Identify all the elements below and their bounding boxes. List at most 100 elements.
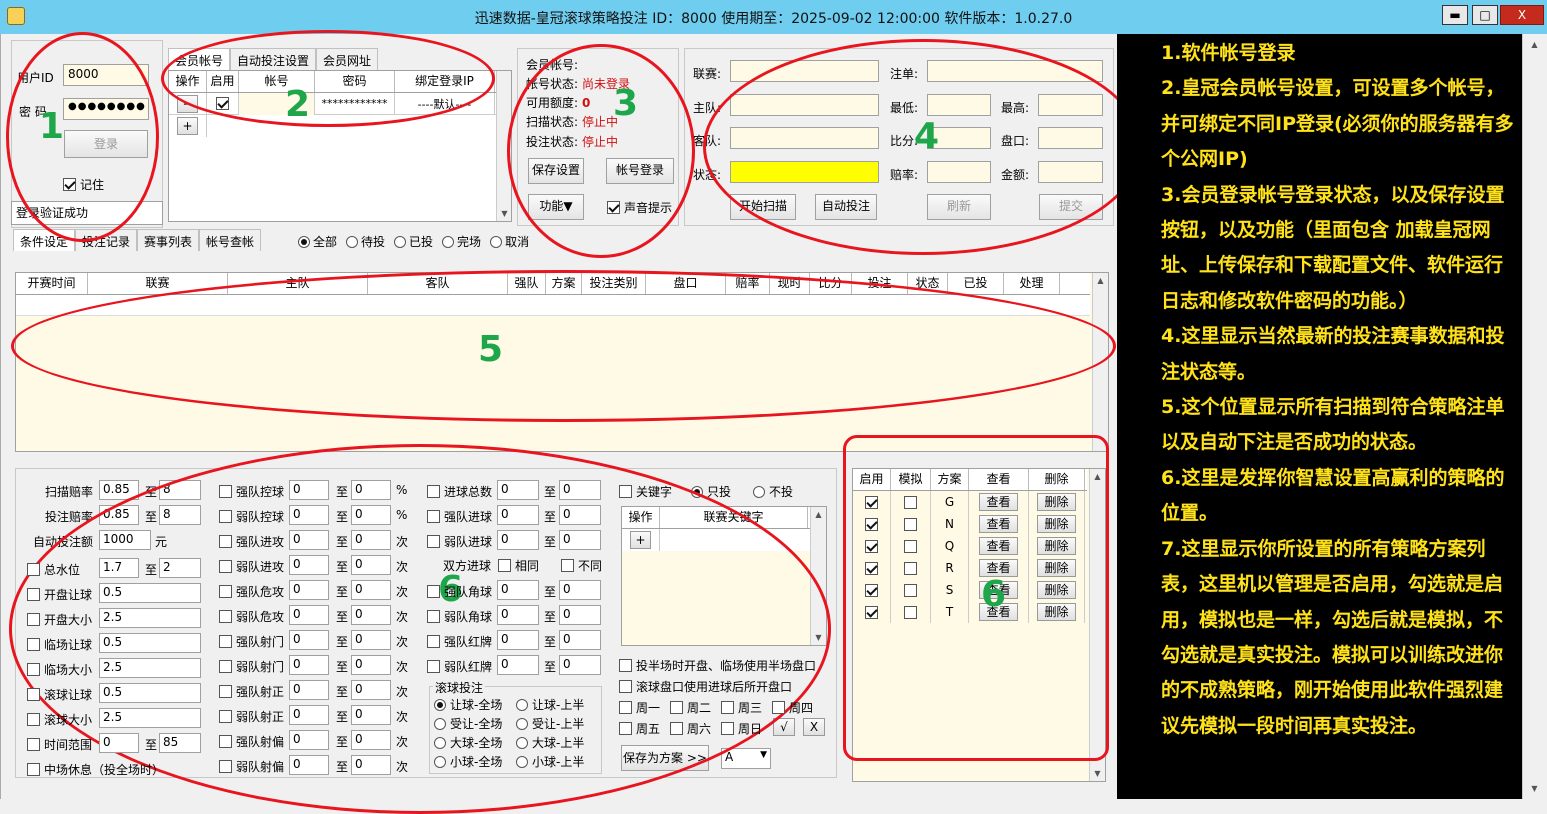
rolling-radio-5[interactable] bbox=[516, 736, 528, 749]
left-row-input-a-6[interactable]: 2.5 bbox=[99, 708, 201, 728]
scheme-enabled-checkbox[interactable] bbox=[865, 495, 878, 509]
right-row-input-b-right_rows2-3[interactable]: 0 bbox=[559, 655, 601, 675]
weekday-1[interactable]: 周二 bbox=[670, 699, 711, 716]
mid-row-input-b-4[interactable]: 0 bbox=[351, 580, 391, 600]
left-row-check-6[interactable] bbox=[27, 713, 40, 726]
home-field[interactable] bbox=[730, 94, 879, 116]
clear-all-button[interactable]: X bbox=[803, 718, 825, 736]
mid-row-check-5[interactable] bbox=[219, 610, 232, 623]
scheme-delete-button[interactable]: 删除 bbox=[1037, 581, 1076, 599]
mid-row-input-a-4[interactable]: 0 bbox=[289, 580, 329, 600]
right-row-check-right_rows2-1[interactable] bbox=[427, 610, 440, 623]
check-all-button[interactable]: √ bbox=[773, 718, 795, 736]
left-row-8[interactable]: 中场休息（投全场时） bbox=[27, 761, 164, 778]
weekday-2[interactable]: 周三 bbox=[721, 699, 762, 716]
left-row-3[interactable]: 临场让球 bbox=[27, 636, 92, 653]
right-row-check-right_rows-0[interactable] bbox=[427, 485, 440, 498]
mid-row-9[interactable]: 弱队射正 bbox=[219, 708, 284, 725]
same-check-icon[interactable] bbox=[498, 559, 511, 572]
keyword-check-icon[interactable] bbox=[619, 485, 632, 498]
weekday-6[interactable]: 周日 bbox=[721, 720, 762, 737]
scan-odds-from[interactable]: 0.85 bbox=[99, 480, 139, 500]
remember-check-icon[interactable] bbox=[63, 178, 76, 191]
half-option-checkbox[interactable]: 投半场时开盘、临场使用半场盘口 bbox=[619, 657, 816, 674]
same-checkbox[interactable]: 相同 bbox=[498, 557, 539, 574]
mid-row-input-a-8[interactable]: 0 bbox=[289, 680, 329, 700]
scheme-scrollbar[interactable]: ▲ ▼ bbox=[1089, 469, 1105, 781]
odds-field[interactable] bbox=[927, 161, 991, 183]
scheme-select[interactable]: A ▼ bbox=[721, 748, 771, 769]
refresh-button[interactable]: 刷新 bbox=[927, 194, 991, 220]
mid-row-check-1[interactable] bbox=[219, 510, 232, 523]
submit-button[interactable]: 提交 bbox=[1039, 194, 1103, 220]
only-bet-radio[interactable]: 只投 bbox=[691, 483, 731, 500]
sound-check-icon[interactable] bbox=[607, 201, 620, 214]
mid-row-input-a-7[interactable]: 0 bbox=[289, 655, 329, 675]
scheme-scroll-down-icon[interactable]: ▼ bbox=[1090, 766, 1105, 781]
filter-placed-radio[interactable] bbox=[394, 235, 407, 248]
scheme-view-button[interactable]: 查看 bbox=[979, 515, 1018, 533]
scheme-view-button[interactable]: 查看 bbox=[979, 537, 1018, 555]
member-grid-scrollbar[interactable]: ▼ bbox=[496, 71, 511, 221]
save-scheme-button[interactable]: 保存为方案 >> bbox=[621, 745, 709, 771]
no-bet-radio[interactable]: 不投 bbox=[753, 483, 793, 500]
weekday-check-6[interactable] bbox=[721, 722, 734, 735]
mid-row-input-b-10[interactable]: 0 bbox=[351, 730, 391, 750]
mid-row-input-b-2[interactable]: 0 bbox=[351, 530, 391, 550]
mid-row-input-b-6[interactable]: 0 bbox=[351, 630, 391, 650]
left-row-check-2[interactable] bbox=[27, 613, 40, 626]
mid-row-input-a-10[interactable]: 0 bbox=[289, 730, 329, 750]
order-field[interactable] bbox=[927, 60, 1103, 82]
weekday-check-3[interactable] bbox=[772, 701, 785, 714]
close-button[interactable]: X bbox=[1500, 5, 1544, 25]
right-row-input-b-right_rows-0[interactable]: 0 bbox=[559, 480, 601, 500]
tab-account-check[interactable]: 帐号查帐 bbox=[199, 229, 262, 251]
diff-checkbox[interactable]: 不同 bbox=[561, 557, 602, 574]
mid-row-input-a-1[interactable]: 0 bbox=[289, 505, 329, 525]
sound-checkbox[interactable]: 声音提示 bbox=[607, 199, 672, 216]
weekday-check-2[interactable] bbox=[721, 701, 734, 714]
right-row-input-a-right_rows-2[interactable]: 0 bbox=[497, 530, 539, 550]
scheme-delete-button[interactable]: 删除 bbox=[1037, 537, 1076, 555]
tab-auto-bet-settings[interactable]: 自动投注设置 bbox=[230, 48, 317, 70]
scheme-enabled-checkbox[interactable] bbox=[865, 561, 878, 575]
rolling-radio-6[interactable] bbox=[434, 755, 446, 768]
left-row-7[interactable]: 时间范围 bbox=[27, 736, 92, 753]
mid-row-7[interactable]: 弱队射门 bbox=[219, 658, 284, 675]
mid-row-1[interactable]: 弱队控球 bbox=[219, 508, 284, 525]
mid-row-check-7[interactable] bbox=[219, 660, 232, 673]
rolling-option-6[interactable]: 小球-全场 bbox=[434, 753, 502, 770]
weekday-4[interactable]: 周五 bbox=[619, 720, 660, 737]
left-row-input-a-5[interactable]: 0.5 bbox=[99, 683, 201, 703]
rolling-radio-0[interactable] bbox=[434, 698, 446, 711]
member-ip-cell[interactable]: ----默认---- bbox=[395, 92, 495, 115]
function-menu-button[interactable]: 功能▼ bbox=[528, 194, 584, 220]
scheme-simulate-checkbox[interactable] bbox=[904, 561, 917, 575]
weekday-check-1[interactable] bbox=[670, 701, 683, 714]
filter-finished-radio[interactable] bbox=[442, 235, 455, 248]
away-field[interactable] bbox=[730, 127, 879, 149]
scroll-down-icon[interactable]: ▼ bbox=[497, 206, 512, 221]
auto-bet-button[interactable]: 自动投注 bbox=[815, 194, 877, 220]
mid-row-check-11[interactable] bbox=[219, 760, 232, 773]
rolling-option-0[interactable]: 让球-全场 bbox=[434, 696, 502, 713]
remove-row-button[interactable]: − bbox=[177, 94, 198, 113]
left-row-6[interactable]: 滚球大小 bbox=[27, 711, 92, 728]
member-password-cell[interactable]: ************ bbox=[315, 92, 395, 115]
window-scroll-down-icon[interactable]: ▼ bbox=[1527, 781, 1542, 796]
rolling-option-3[interactable]: 受让-上半 bbox=[516, 715, 584, 732]
right-row-check-right_rows2-0[interactable] bbox=[427, 585, 440, 598]
right-row-input-a-right_rows-1[interactable]: 0 bbox=[497, 505, 539, 525]
mid-row-input-a-3[interactable]: 0 bbox=[289, 555, 329, 575]
left-row-2[interactable]: 开盘大小 bbox=[27, 611, 92, 628]
filter-cancel-radio[interactable] bbox=[490, 235, 503, 248]
bet-table-scrollbar[interactable]: ▲ bbox=[1092, 273, 1108, 451]
tab-member-account[interactable]: 会员帐号 bbox=[168, 48, 231, 70]
weekday-check-4[interactable] bbox=[619, 722, 632, 735]
bet-odds-from[interactable]: 0.85 bbox=[99, 505, 139, 525]
mid-row-check-3[interactable] bbox=[219, 560, 232, 573]
filter-all-radio[interactable] bbox=[298, 235, 310, 248]
max-field[interactable] bbox=[1038, 94, 1103, 116]
left-row-check-5[interactable] bbox=[27, 688, 40, 701]
mid-row-check-0[interactable] bbox=[219, 485, 232, 498]
